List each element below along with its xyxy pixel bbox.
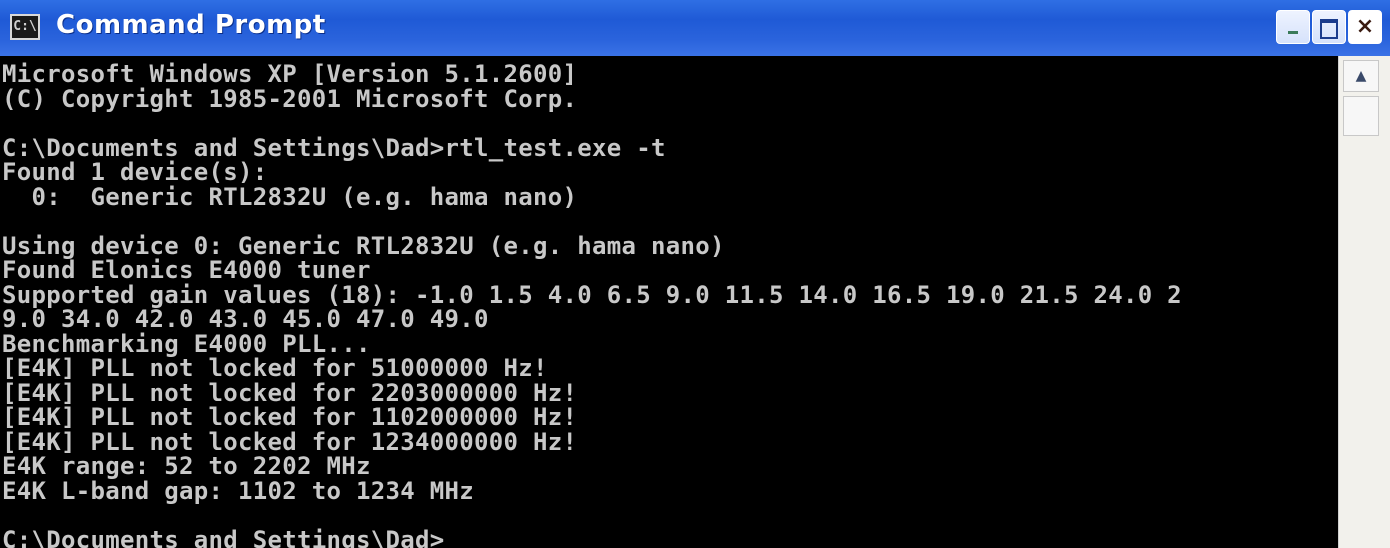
console-line: E4K L-band gap: 1102 to 1234 MHz (2, 476, 474, 505)
command-prompt-window: C:\ Command Prompt × Microsoft Windows X… (0, 0, 1390, 548)
scroll-up-arrow-icon[interactable]: ▲ (1343, 60, 1379, 92)
console-line: C:\Documents and Settings\Dad> (2, 525, 445, 548)
close-button[interactable]: × (1348, 10, 1382, 44)
console-output[interactable]: Microsoft Windows XP [Version 5.1.2600] … (0, 56, 1338, 548)
console-line: 0: Generic RTL2832U (e.g. hama nano) (2, 182, 578, 211)
maximize-button[interactable] (1312, 10, 1346, 44)
vertical-scrollbar[interactable]: ▲ (1338, 56, 1390, 548)
console-line: (C) Copyright 1985-2001 Microsoft Corp. (2, 84, 578, 113)
title-bar[interactable]: C:\ Command Prompt × (0, 0, 1390, 56)
window-title: Command Prompt (56, 10, 326, 40)
scroll-thumb[interactable] (1343, 96, 1379, 136)
maximize-icon (1320, 19, 1338, 39)
console-app-icon[interactable]: C:\ (10, 14, 40, 40)
console-text: Microsoft Windows XP [Version 5.1.2600] … (0, 56, 1338, 548)
minimize-icon (1288, 31, 1298, 34)
minimize-button[interactable] (1276, 10, 1310, 44)
